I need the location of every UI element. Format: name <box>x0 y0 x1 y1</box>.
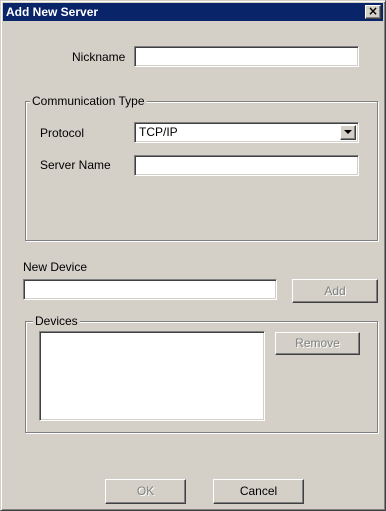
protocol-selected-value: TCP/IP <box>139 125 178 139</box>
dialog-title: Add New Server <box>6 5 99 19</box>
devices-list[interactable] <box>39 331 265 421</box>
title-bar[interactable]: Add New Server × <box>3 3 383 21</box>
devices-label: Devices <box>33 314 80 328</box>
new-device-label: New Device <box>23 260 88 274</box>
remove-button[interactable]: Remove <box>275 332 360 355</box>
server-name-field[interactable] <box>134 155 359 176</box>
add-button[interactable]: Add <box>292 279 378 303</box>
close-button[interactable]: × <box>365 5 381 19</box>
server-name-label: Server Name <box>40 158 111 172</box>
protocol-label: Protocol <box>40 126 85 140</box>
nickname-label: Nickname <box>72 50 126 64</box>
protocol-select[interactable]: TCP/IP <box>134 122 359 143</box>
communication-type-label: Communication Type <box>30 94 147 108</box>
ok-button[interactable]: OK <box>105 479 186 504</box>
nickname-field[interactable] <box>134 46 359 67</box>
add-new-server-dialog: Add New Server × Nickname Communication … <box>0 0 386 511</box>
new-device-field[interactable] <box>23 279 277 300</box>
chevron-down-icon[interactable] <box>340 125 356 140</box>
close-icon: × <box>367 4 379 18</box>
cancel-button[interactable]: Cancel <box>213 479 304 504</box>
